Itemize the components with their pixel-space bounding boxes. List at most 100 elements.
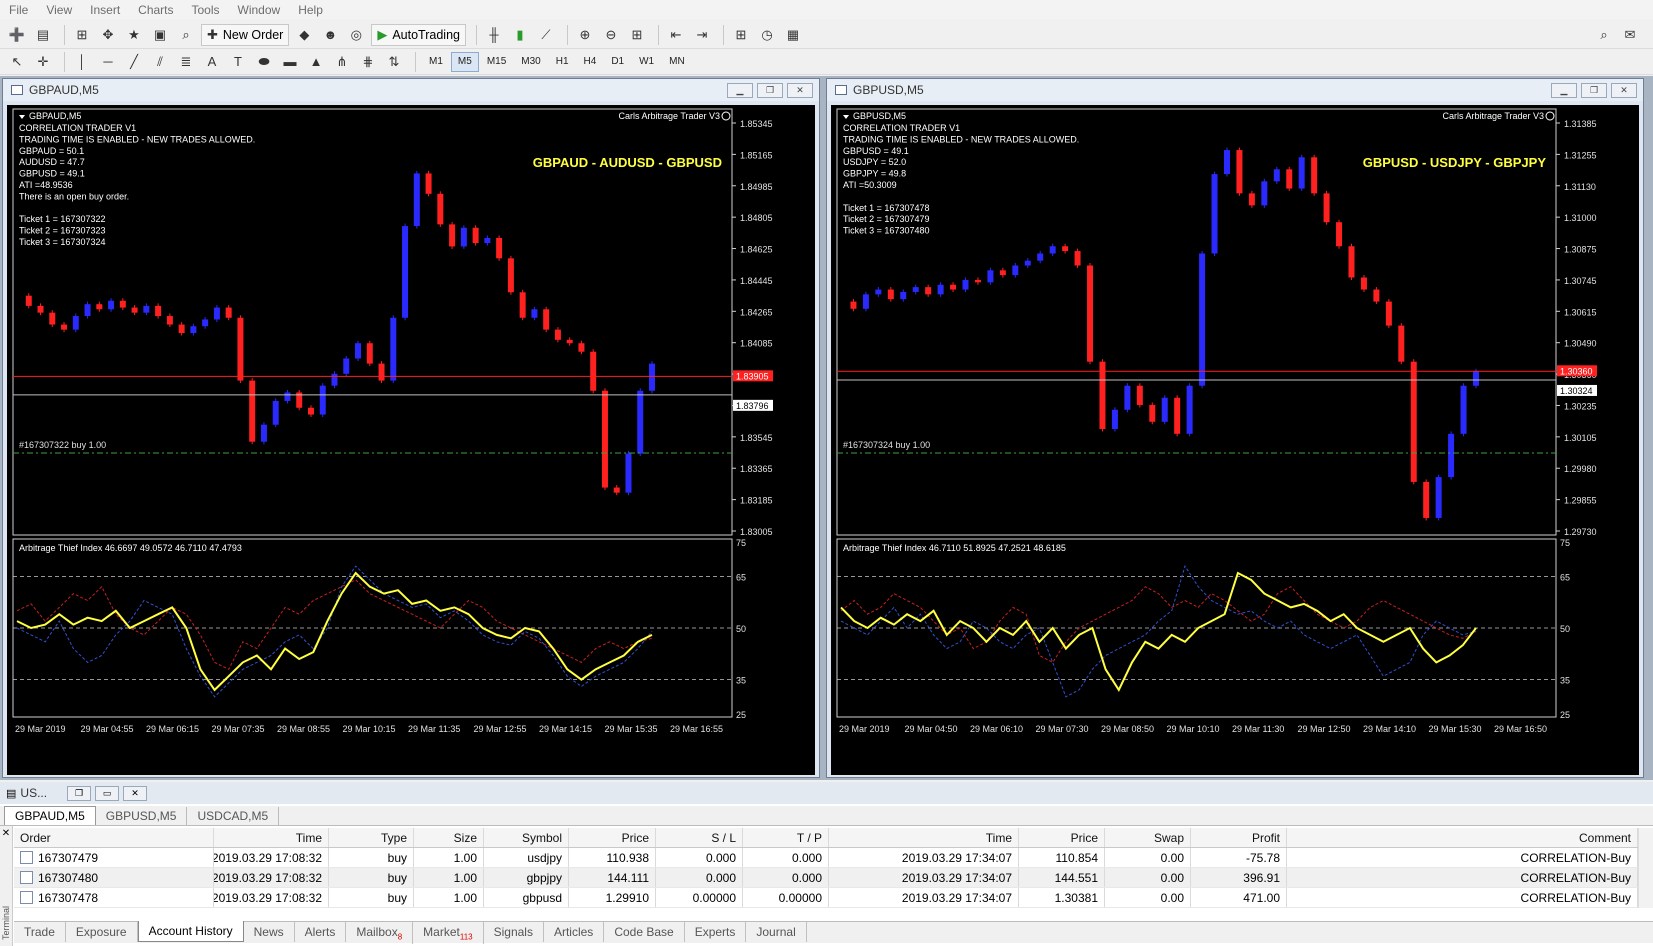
new-chart-icon[interactable]: ➕ xyxy=(6,24,28,46)
close-icon[interactable]: ✕ xyxy=(0,828,12,839)
column-header[interactable]: Size xyxy=(414,828,484,847)
column-header[interactable]: S / L xyxy=(656,828,743,847)
column-header[interactable]: Symbol xyxy=(484,828,569,847)
signals-icon[interactable]: ☻ xyxy=(319,24,341,46)
column-header[interactable]: Order xyxy=(14,828,214,847)
templates-icon[interactable]: ▦ xyxy=(782,24,804,46)
chart-tab[interactable]: GBPUSD,M5 xyxy=(96,807,188,825)
new-order-button[interactable]: ✚ New Order xyxy=(201,23,290,46)
menu-item-tools[interactable]: Tools xyxy=(183,3,229,17)
tab-alerts[interactable]: Alerts xyxy=(295,922,347,942)
chart-shift-icon[interactable]: ⇥ xyxy=(691,24,713,46)
column-header[interactable]: Swap xyxy=(1105,828,1191,847)
channel-icon[interactable]: ⫽ xyxy=(149,51,171,73)
profiles-icon[interactable]: ▤ xyxy=(32,24,54,46)
vertical-line-icon[interactable]: │ xyxy=(71,51,93,73)
table-scrollbar[interactable] xyxy=(1638,828,1653,908)
indicators-icon[interactable]: ⊞ xyxy=(730,24,752,46)
menu-item-charts[interactable]: Charts xyxy=(129,3,182,17)
horizontal-line-icon[interactable]: ─ xyxy=(97,51,119,73)
timeframe-m15[interactable]: M15 xyxy=(480,52,513,72)
chart-tab[interactable]: GBPAUD,M5 xyxy=(4,806,96,825)
tab-signals[interactable]: Signals xyxy=(484,922,544,942)
tile-windows-icon[interactable]: ⊞ xyxy=(626,24,648,46)
column-header[interactable]: Price xyxy=(1019,828,1105,847)
rectangle-icon[interactable]: ▬ xyxy=(279,51,301,73)
timeframe-mn[interactable]: MN xyxy=(662,52,692,72)
search-icon[interactable]: ⌕ xyxy=(1593,24,1615,46)
metaeditor-icon[interactable]: ◆ xyxy=(293,24,315,46)
fibonacci-icon[interactable]: ≣ xyxy=(175,51,197,73)
tab-trade[interactable]: Trade xyxy=(14,922,66,942)
tab-account-history[interactable]: Account History xyxy=(137,921,244,942)
tab-news[interactable]: News xyxy=(244,922,295,942)
gann-icon[interactable]: ⋕ xyxy=(357,51,379,73)
table-row[interactable]: 167307478 2019.03.29 17:08:32 buy 1.00 gbpus… xyxy=(14,888,1638,908)
tab-code-base[interactable]: Code Base xyxy=(604,922,685,942)
chart-window-gbpaud[interactable]: GBPAUD,M5 ▁ ❐ ✕ 1.85345 1.85165 1.84985 1.8… xyxy=(2,78,820,778)
column-header[interactable]: Type xyxy=(329,828,414,847)
timeframe-d1[interactable]: D1 xyxy=(604,52,631,72)
tab-articles[interactable]: Articles xyxy=(544,922,605,942)
zoom-in-icon[interactable]: ⊕ xyxy=(574,24,596,46)
table-row[interactable]: 167307480 2019.03.29 17:08:32 buy 1.00 gbpjp… xyxy=(14,868,1638,888)
menu-item-insert[interactable]: Insert xyxy=(81,3,129,17)
periods-icon[interactable]: ◷ xyxy=(756,24,778,46)
triangle-icon[interactable]: ▲ xyxy=(305,51,327,73)
column-header[interactable]: Price xyxy=(569,828,656,847)
price-chart[interactable]: 1.85345 1.85165 1.84985 1.84805 1.84625 1.844… xyxy=(7,105,815,775)
timeframe-h4[interactable]: H4 xyxy=(577,52,604,72)
menu-item-file[interactable]: File xyxy=(0,3,37,17)
minimize-icon[interactable]: ▁ xyxy=(727,82,753,98)
column-header[interactable]: Comment xyxy=(1287,828,1638,847)
tab-exposure[interactable]: Exposure xyxy=(66,922,138,942)
timeframe-h1[interactable]: H1 xyxy=(549,52,576,72)
price-chart[interactable]: 1.31385 1.31255 1.31130 1.31000 1.30875 1.307… xyxy=(831,105,1639,775)
cursor-icon[interactable]: ↖ xyxy=(6,51,28,73)
line-chart-icon[interactable]: ⟋ xyxy=(535,24,557,46)
chart-tab[interactable]: USDCAD,M5 xyxy=(187,807,280,825)
autotrading-button[interactable]: ▶ AutoTrading xyxy=(371,23,466,46)
tab-experts[interactable]: Experts xyxy=(685,922,747,942)
maximize-icon[interactable]: ▭ xyxy=(95,785,120,801)
tab-mailbox[interactable]: Mailbox8 xyxy=(346,922,414,945)
radar-icon[interactable]: ◎ xyxy=(345,24,367,46)
restore-icon[interactable]: ❐ xyxy=(757,82,783,98)
tester-icon[interactable]: ⌕ xyxy=(175,24,197,46)
menu-item-view[interactable]: View xyxy=(37,3,81,17)
column-header[interactable]: T / P xyxy=(743,828,829,847)
crosshair-icon[interactable]: ✛ xyxy=(32,51,54,73)
chat-icon[interactable]: ✉ xyxy=(1619,24,1641,46)
restore-icon[interactable]: ❐ xyxy=(67,785,92,801)
timeframe-w1[interactable]: W1 xyxy=(632,52,661,72)
timeframe-m5[interactable]: M5 xyxy=(450,51,479,72)
timeframe-m1[interactable]: M1 xyxy=(422,52,450,72)
chart-window-gbpusd[interactable]: GBPUSD,M5 ▁ ❐ ✕ 1.31385 1.31255 1.31130 1.3… xyxy=(826,78,1644,778)
restore-icon[interactable]: ❐ xyxy=(1581,82,1607,98)
zoom-out-icon[interactable]: ⊖ xyxy=(600,24,622,46)
candlestick-icon[interactable]: ▮ xyxy=(509,24,531,46)
table-row[interactable]: 167307479 2019.03.29 17:08:32 buy 1.00 usdjp… xyxy=(14,848,1638,868)
arrows-icon[interactable]: ⇅ xyxy=(383,51,405,73)
bar-chart-icon[interactable]: ╫ xyxy=(483,24,505,46)
timeframe-m30[interactable]: M30 xyxy=(514,52,547,72)
terminal-icon[interactable]: ▣ xyxy=(149,24,171,46)
text-icon[interactable]: A xyxy=(201,51,223,73)
column-header[interactable]: Time xyxy=(829,828,1019,847)
trendline-icon[interactable]: ╱ xyxy=(123,51,145,73)
tab-market[interactable]: Market113 xyxy=(413,922,484,945)
column-header[interactable]: Time xyxy=(214,828,329,847)
menu-item-window[interactable]: Window xyxy=(229,3,290,17)
tab-journal[interactable]: Journal xyxy=(746,922,807,942)
text-label-icon[interactable]: T xyxy=(227,51,249,73)
close-icon[interactable]: ✕ xyxy=(123,785,148,801)
minimize-icon[interactable]: ▁ xyxy=(1551,82,1577,98)
close-icon[interactable]: ✕ xyxy=(787,82,813,98)
market-watch-icon[interactable]: ⊞ xyxy=(71,24,93,46)
pitchfork-icon[interactable]: ⋔ xyxy=(331,51,353,73)
navigator-icon[interactable]: ★ xyxy=(123,24,145,46)
column-header[interactable]: Profit xyxy=(1191,828,1287,847)
data-window-icon[interactable]: ✥ xyxy=(97,24,119,46)
ellipse-icon[interactable]: ⬬ xyxy=(253,51,275,73)
close-icon[interactable]: ✕ xyxy=(1611,82,1637,98)
